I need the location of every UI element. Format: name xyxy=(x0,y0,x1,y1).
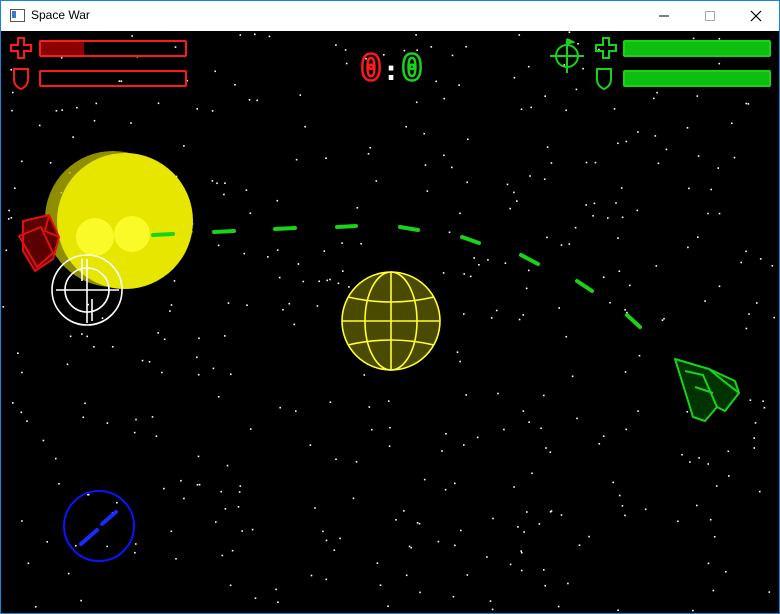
health-cross-icon xyxy=(595,37,617,59)
green-health-bar xyxy=(623,40,771,57)
minimize-icon xyxy=(659,15,669,17)
app-window: Space War 0: 0 xyxy=(0,0,780,614)
blue-wormhole xyxy=(63,490,135,562)
crosshair-icon xyxy=(550,38,584,73)
yellow-sun xyxy=(45,151,193,289)
game-scene xyxy=(10,37,740,562)
minimize-button[interactable] xyxy=(641,1,687,31)
white-crosshair xyxy=(51,254,123,326)
green-ship xyxy=(674,358,740,422)
game-canvas[interactable]: 0 : 0 xyxy=(1,31,779,613)
scoreboard: 0 : 0 xyxy=(357,47,427,87)
red-health-bar xyxy=(39,40,187,57)
green-score: 0 xyxy=(401,48,423,87)
red-shield-bar xyxy=(39,70,187,87)
close-button[interactable] xyxy=(733,1,779,31)
window-title: Space War xyxy=(31,8,90,22)
shield-icon xyxy=(13,68,29,91)
shield-icon xyxy=(596,68,612,91)
red-ship xyxy=(18,214,60,272)
maximize-icon xyxy=(705,11,715,21)
red-score: 0 xyxy=(360,48,382,87)
maximize-button[interactable] xyxy=(687,1,733,31)
close-icon xyxy=(750,10,762,22)
wireframe-planet xyxy=(341,271,441,371)
health-cross-icon xyxy=(10,37,32,59)
title-bar: Space War xyxy=(1,1,779,31)
score-separator: : xyxy=(383,54,400,87)
green-shield-bar xyxy=(623,70,771,87)
app-icon xyxy=(10,9,25,22)
